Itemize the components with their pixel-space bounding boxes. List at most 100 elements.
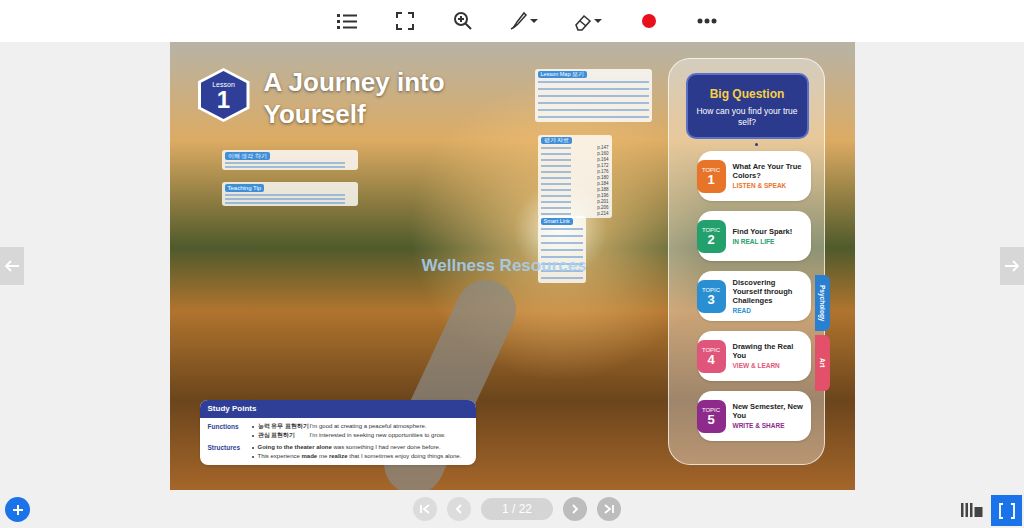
topic-badge: TOPIC5 xyxy=(697,400,726,433)
lesson-title: A Journey into Yourself xyxy=(264,66,464,130)
bullet xyxy=(252,456,254,458)
topic-type: VIEW & LEARN xyxy=(733,361,806,370)
topic-badge: TOPIC2 xyxy=(697,220,726,253)
study-section-label: Functions xyxy=(208,422,246,440)
library-icon xyxy=(961,502,983,518)
page-ref: p.160 xyxy=(597,151,608,156)
first-page-button[interactable] xyxy=(413,497,437,521)
prev-button[interactable] xyxy=(447,497,471,521)
topic-badge: TOPIC1 xyxy=(697,160,726,193)
topic-card[interactable]: TOPIC4Drawing the Real YouVIEW & LEARN xyxy=(698,331,811,381)
zoom-icon xyxy=(453,11,473,31)
note-box[interactable]: 이해 생각 하기 xyxy=(222,150,358,170)
text-segment: that I sometimes enjoy doing things alon… xyxy=(348,453,462,459)
topic-type: IN REAL LIFE xyxy=(733,237,793,246)
topic-title: Find Your Spark! xyxy=(733,227,793,236)
note-title: Teaching Tip xyxy=(225,184,265,192)
topic-text: Drawing the Real YouVIEW & LEARN xyxy=(733,339,806,373)
topic-type: READ xyxy=(733,306,806,315)
first-icon xyxy=(419,503,431,515)
topic-number: 1 xyxy=(707,173,714,186)
viewer: Lesson1 A Journey into Yourself 이해 생각 하기 Te… xyxy=(0,42,1024,490)
topic-card[interactable]: TOPIC2 Find Your Spark!IN REAL LIFE xyxy=(698,211,811,261)
note-box[interactable]: Teaching Tip xyxy=(222,182,358,206)
study-items: 능력 유무 표현하기I'm good at creating a peacefu… xyxy=(252,422,446,440)
note-line xyxy=(541,183,571,185)
topic-number: 2 xyxy=(707,233,714,246)
topic-card[interactable]: TOPIC3Discovering Yourself through Chall… xyxy=(698,271,811,321)
page-indicator[interactable]: 1 / 22 xyxy=(481,498,553,520)
topic-list: TOPIC1What Are Your True Colors?LISTEN &… xyxy=(686,151,811,441)
note-title: 평가 자료 xyxy=(541,137,573,144)
double-page-icon xyxy=(999,503,1015,519)
next-icon xyxy=(569,503,581,515)
study-points-title: Study Points xyxy=(200,400,476,418)
note-line xyxy=(541,242,583,244)
note-row: p.172 xyxy=(541,163,609,168)
prev-page-button[interactable] xyxy=(0,247,24,285)
double-page-button[interactable] xyxy=(991,495,1022,526)
text-segment: realize xyxy=(329,453,348,459)
note-line xyxy=(538,95,649,97)
zoom-button[interactable] xyxy=(451,6,475,36)
big-question-title: Big Question xyxy=(710,85,785,103)
toc-button[interactable] xyxy=(335,6,359,36)
topic-type: LISTEN & SPEAK xyxy=(733,181,806,190)
note-line xyxy=(541,235,583,237)
topic-title: New Semester, New You xyxy=(733,402,806,420)
note-box[interactable]: Lesson Map 보기 xyxy=(535,69,652,122)
note-line xyxy=(538,88,649,90)
note-row: p.176 xyxy=(541,169,609,174)
study-section: Functions 능력 유무 표현하기I'm good at creating … xyxy=(208,422,468,440)
note-line xyxy=(541,195,571,197)
text-segment: This experience xyxy=(258,453,302,459)
note-title: Smart Link xyxy=(541,218,573,225)
topic-text: What Are Your True Colors?LISTEN & SPEAK xyxy=(733,159,806,193)
study-points-body: Functions 능력 유무 표현하기I'm good at creating … xyxy=(200,418,476,465)
study-items: Going to the theater alone was something… xyxy=(252,443,462,461)
note-row: p.196 xyxy=(541,193,609,198)
textbook-spread: Lesson1 A Journey into Yourself 이해 생각 하기 Te… xyxy=(170,42,855,490)
note-line xyxy=(538,102,649,104)
more-button[interactable] xyxy=(695,6,719,36)
lesson-badge-inner: Lesson1 xyxy=(201,71,247,119)
fullscreen-icon xyxy=(396,12,414,30)
watermark-text: Wellness Resources xyxy=(422,253,587,279)
last-page-button[interactable] xyxy=(597,497,621,521)
lesson-number: 1 xyxy=(217,88,230,112)
topic-title: Discovering Yourself through Challenges xyxy=(733,278,806,305)
study-item-english: This experience made me realize that I s… xyxy=(258,452,462,461)
fullscreen-button[interactable] xyxy=(393,6,417,36)
study-item-english: Going to the theater alone was something… xyxy=(258,443,441,452)
side-tab[interactable]: Art xyxy=(815,335,830,391)
topic-type: WRITE & SHARE xyxy=(733,421,806,430)
side-tab-label: Psychology xyxy=(817,285,827,321)
pen-icon xyxy=(509,11,539,31)
side-tab[interactable]: Psychology xyxy=(815,275,830,331)
more-icon xyxy=(697,18,717,24)
thumbnails-button[interactable] xyxy=(960,499,984,521)
next-page-button[interactable] xyxy=(1000,247,1024,285)
pen-button[interactable] xyxy=(509,6,539,36)
plus-icon xyxy=(12,504,24,516)
topic-number: 5 xyxy=(707,413,714,426)
pen-color-swatch xyxy=(642,14,656,28)
big-question-box: Big Question How can you find your true s… xyxy=(686,73,809,139)
eraser-button[interactable] xyxy=(573,6,603,36)
topic-card[interactable]: TOPIC5 New Semester, New YouWRITE & SHARE xyxy=(698,391,811,441)
topic-card[interactable]: TOPIC1What Are Your True Colors?LISTEN &… xyxy=(698,151,811,201)
note-box[interactable]: 평가 자료p.147p.160p.164p.172p.176p.180p.184… xyxy=(538,135,612,218)
note-line xyxy=(541,213,571,215)
page-ref: p.180 xyxy=(597,175,608,180)
pen-color-button[interactable] xyxy=(637,6,661,36)
topic-text: Discovering Yourself through ChallengesR… xyxy=(733,275,806,318)
add-button[interactable] xyxy=(5,497,30,522)
note-row: p.188 xyxy=(541,187,609,192)
next-button[interactable] xyxy=(563,497,587,521)
connector-dot xyxy=(755,143,758,146)
note-title: 이해 생각 하기 xyxy=(225,152,270,160)
note-line xyxy=(541,165,571,167)
big-question-text: How can you find your true self? xyxy=(694,106,801,128)
page-ref: p.206 xyxy=(597,205,608,210)
list-icon xyxy=(337,13,357,29)
